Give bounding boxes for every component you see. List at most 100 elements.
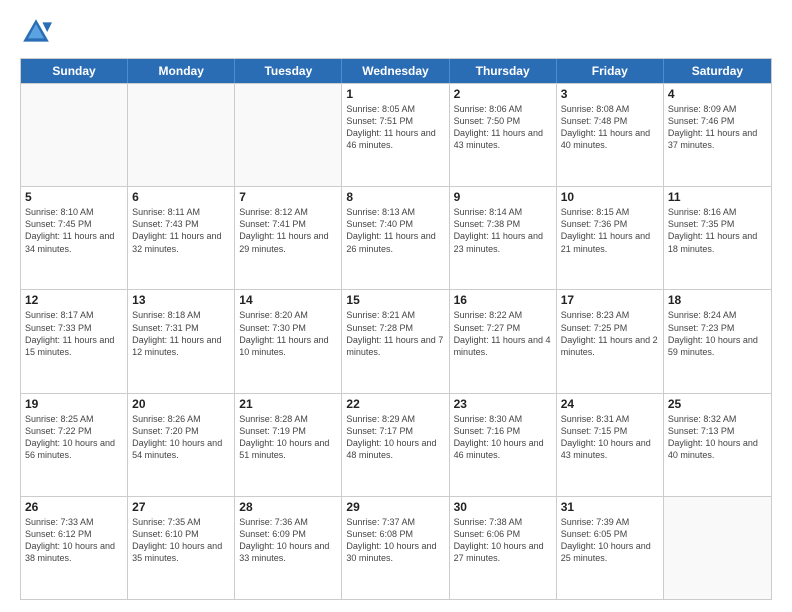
calendar-cell: 15Sunrise: 8:21 AM Sunset: 7:28 PM Dayli… [342,290,449,392]
calendar-cell: 26 Sunrise: 7:33 AM Sunset: 6:12 PM Dayli… [21,497,128,599]
calendar-cell: 23Sunrise: 8:30 AM Sunset: 7:16 PM Dayli… [450,394,557,496]
calendar-cell: 18 Sunrise: 8:24 AM Sunset: 7:23 PM Dayli… [664,290,771,392]
cell-sun-info: Sunrise: 8:08 AM Sunset: 7:48 PM Dayligh… [561,103,659,152]
day-number: 27 [132,500,230,514]
calendar-cell: 4Sunrise: 8:09 AM Sunset: 7:46 PM Daylig… [664,84,771,186]
day-number: 26 [25,500,123,514]
day-number: 21 [239,397,337,411]
cell-sun-info: Sunrise: 8:29 AM Sunset: 7:17 PM Dayligh… [346,413,444,462]
day-number: 20 [132,397,230,411]
day-number: 2 [454,87,552,101]
calendar-cell: 21Sunrise: 8:28 AM Sunset: 7:19 PM Dayli… [235,394,342,496]
calendar-cell: 6Sunrise: 8:11 AM Sunset: 7:43 PM Daylig… [128,187,235,289]
cell-sun-info: Sunrise: 8:17 AM Sunset: 7:33 PM Dayligh… [25,309,123,358]
day-number: 10 [561,190,659,204]
calendar-row: 12 Sunrise: 8:17 AM Sunset: 7:33 PM Dayli… [21,289,771,392]
day-number: 7 [239,190,337,204]
day-number: 9 [454,190,552,204]
day-number: 19 [25,397,123,411]
calendar-cell [235,84,342,186]
day-number: 4 [668,87,767,101]
calendar-cell: 25Sunrise: 8:32 AM Sunset: 7:13 PM Dayli… [664,394,771,496]
weekday-header: Friday [557,59,664,83]
calendar-cell [128,84,235,186]
cell-sun-info: Sunrise: 8:15 AM Sunset: 7:36 PM Dayligh… [561,206,659,255]
day-number: 13 [132,293,230,307]
cell-sun-info: Sunrise: 8:18 AM Sunset: 7:31 PM Dayligh… [132,309,230,358]
cell-sun-info: Sunrise: 8:05 AM Sunset: 7:51 PM Dayligh… [346,103,444,152]
calendar-cell: 10 Sunrise: 8:15 AM Sunset: 7:36 PM Dayli… [557,187,664,289]
calendar-row: 19 Sunrise: 8:25 AM Sunset: 7:22 PM Dayli… [21,393,771,496]
calendar-cell: 28Sunrise: 7:36 AM Sunset: 6:09 PM Dayli… [235,497,342,599]
calendar-row: 1 Sunrise: 8:05 AM Sunset: 7:51 PM Daylig… [21,83,771,186]
calendar-cell: 11 Sunrise: 8:16 AM Sunset: 7:35 PM Dayli… [664,187,771,289]
logo [20,16,56,48]
calendar-body: 1 Sunrise: 8:05 AM Sunset: 7:51 PM Daylig… [21,83,771,599]
calendar-cell: 24 Sunrise: 8:31 AM Sunset: 7:15 PM Dayli… [557,394,664,496]
cell-sun-info: Sunrise: 8:13 AM Sunset: 7:40 PM Dayligh… [346,206,444,255]
day-number: 24 [561,397,659,411]
cell-sun-info: Sunrise: 8:22 AM Sunset: 7:27 PM Dayligh… [454,309,552,358]
calendar-row: 5Sunrise: 8:10 AM Sunset: 7:45 PM Daylig… [21,186,771,289]
cell-sun-info: Sunrise: 8:06 AM Sunset: 7:50 PM Dayligh… [454,103,552,152]
day-number: 15 [346,293,444,307]
weekday-header: Wednesday [342,59,449,83]
weekday-header: Tuesday [235,59,342,83]
calendar-cell: 30 Sunrise: 7:38 AM Sunset: 6:06 PM Dayli… [450,497,557,599]
calendar-header: SundayMondayTuesdayWednesdayThursdayFrid… [21,59,771,83]
calendar-cell: 16Sunrise: 8:22 AM Sunset: 7:27 PM Dayli… [450,290,557,392]
day-number: 1 [346,87,444,101]
cell-sun-info: Sunrise: 8:14 AM Sunset: 7:38 PM Dayligh… [454,206,552,255]
calendar-cell: 1 Sunrise: 8:05 AM Sunset: 7:51 PM Daylig… [342,84,449,186]
calendar-cell: 9 Sunrise: 8:14 AM Sunset: 7:38 PM Daylig… [450,187,557,289]
calendar-cell: 27 Sunrise: 7:35 AM Sunset: 6:10 PM Dayli… [128,497,235,599]
weekday-header: Thursday [450,59,557,83]
cell-sun-info: Sunrise: 8:11 AM Sunset: 7:43 PM Dayligh… [132,206,230,255]
cell-sun-info: Sunrise: 8:23 AM Sunset: 7:25 PM Dayligh… [561,309,659,358]
calendar-cell: 29 Sunrise: 7:37 AM Sunset: 6:08 PM Dayli… [342,497,449,599]
cell-sun-info: Sunrise: 7:35 AM Sunset: 6:10 PM Dayligh… [132,516,230,565]
cell-sun-info: Sunrise: 7:39 AM Sunset: 6:05 PM Dayligh… [561,516,659,565]
day-number: 31 [561,500,659,514]
calendar-cell: 22 Sunrise: 8:29 AM Sunset: 7:17 PM Dayli… [342,394,449,496]
day-number: 29 [346,500,444,514]
calendar-cell: 17Sunrise: 8:23 AM Sunset: 7:25 PM Dayli… [557,290,664,392]
header [20,16,772,48]
day-number: 22 [346,397,444,411]
page: SundayMondayTuesdayWednesdayThursdayFrid… [0,0,792,612]
cell-sun-info: Sunrise: 8:10 AM Sunset: 7:45 PM Dayligh… [25,206,123,255]
weekday-header: Saturday [664,59,771,83]
cell-sun-info: Sunrise: 8:26 AM Sunset: 7:20 PM Dayligh… [132,413,230,462]
cell-sun-info: Sunrise: 7:37 AM Sunset: 6:08 PM Dayligh… [346,516,444,565]
calendar-cell: 31 Sunrise: 7:39 AM Sunset: 6:05 PM Dayli… [557,497,664,599]
day-number: 28 [239,500,337,514]
calendar-cell: 14 Sunrise: 8:20 AM Sunset: 7:30 PM Dayli… [235,290,342,392]
calendar-cell: 3 Sunrise: 8:08 AM Sunset: 7:48 PM Daylig… [557,84,664,186]
cell-sun-info: Sunrise: 7:33 AM Sunset: 6:12 PM Dayligh… [25,516,123,565]
weekday-header: Sunday [21,59,128,83]
day-number: 8 [346,190,444,204]
calendar-cell [21,84,128,186]
cell-sun-info: Sunrise: 7:38 AM Sunset: 6:06 PM Dayligh… [454,516,552,565]
calendar-cell: 7Sunrise: 8:12 AM Sunset: 7:41 PM Daylig… [235,187,342,289]
calendar: SundayMondayTuesdayWednesdayThursdayFrid… [20,58,772,600]
cell-sun-info: Sunrise: 8:24 AM Sunset: 7:23 PM Dayligh… [668,309,767,358]
cell-sun-info: Sunrise: 8:25 AM Sunset: 7:22 PM Dayligh… [25,413,123,462]
cell-sun-info: Sunrise: 8:16 AM Sunset: 7:35 PM Dayligh… [668,206,767,255]
day-number: 11 [668,190,767,204]
day-number: 14 [239,293,337,307]
day-number: 25 [668,397,767,411]
calendar-cell: 2 Sunrise: 8:06 AM Sunset: 7:50 PM Daylig… [450,84,557,186]
day-number: 12 [25,293,123,307]
day-number: 18 [668,293,767,307]
day-number: 23 [454,397,552,411]
day-number: 3 [561,87,659,101]
day-number: 30 [454,500,552,514]
calendar-cell: 19 Sunrise: 8:25 AM Sunset: 7:22 PM Dayli… [21,394,128,496]
cell-sun-info: Sunrise: 8:31 AM Sunset: 7:15 PM Dayligh… [561,413,659,462]
calendar-cell: 13 Sunrise: 8:18 AM Sunset: 7:31 PM Dayli… [128,290,235,392]
calendar-cell: 8 Sunrise: 8:13 AM Sunset: 7:40 PM Daylig… [342,187,449,289]
logo-icon [20,16,52,48]
cell-sun-info: Sunrise: 8:20 AM Sunset: 7:30 PM Dayligh… [239,309,337,358]
calendar-cell [664,497,771,599]
